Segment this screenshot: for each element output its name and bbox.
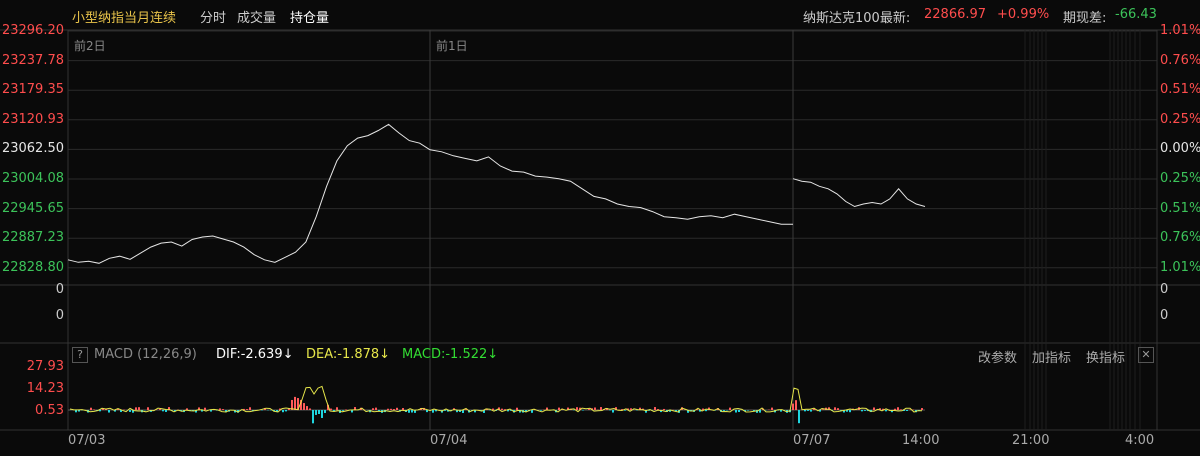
macd-dea-line: [69, 385, 922, 413]
time-label-0703: 07/03: [68, 433, 106, 448]
macd-value: MACD:-1.522↓: [402, 347, 499, 362]
price-axis-left-5: 23004.08: [1, 171, 64, 186]
price-axis-left-0: 23296.20: [1, 23, 64, 38]
chart-grid: [0, 29, 1200, 431]
volume-axis-top-left: 0: [55, 282, 64, 297]
price-segment-0: [67, 123, 431, 264]
time-label-0704: 07/04: [430, 433, 468, 448]
volume-axis-bottom-left: 0: [55, 308, 64, 323]
price-segment-1: [429, 149, 793, 225]
price-axis-left-7: 22887.23: [1, 230, 64, 246]
price-segment-2: [792, 178, 926, 208]
price-axis-right-4: 0.00%: [1160, 141, 1200, 157]
help-button[interactable]: ?: [72, 347, 88, 363]
price-line: [67, 123, 926, 264]
chart-canvas[interactable]: [0, 0, 1200, 456]
time-label-0400: 4:00: [1125, 433, 1155, 448]
macd-dea: DEA:-1.878↓: [306, 347, 391, 362]
price-axis-right-3: 0.25%: [1160, 111, 1200, 127]
price-axis-right-2: 0.51%: [1160, 82, 1200, 98]
time-label-0707: 07/07: [793, 433, 831, 448]
change-indicator-button[interactable]: 换指标: [1086, 347, 1125, 366]
price-axis-right-6: 0.51%: [1160, 200, 1200, 216]
edit-params-button[interactable]: 改参数: [978, 347, 1017, 366]
price-axis-right-8: 1.01%: [1160, 259, 1200, 275]
price-axis-left-6: 22945.65: [1, 200, 64, 216]
price-axis-left-8: 22828.80: [1, 259, 64, 275]
price-axis-right-5: 0.25%: [1160, 171, 1200, 186]
macd-name: MACD (12,26,9): [94, 347, 197, 362]
volume-axis-top-right: 0: [1160, 282, 1169, 297]
close-icon[interactable]: ✕: [1138, 347, 1154, 363]
price-axis-right-7: 0.76%: [1160, 230, 1200, 246]
day-label-prev1: 前1日: [436, 39, 468, 53]
time-label-2100: 21:00: [1012, 433, 1050, 448]
macd-axis-mid: 14.23: [26, 381, 64, 396]
day-label-prev2: 前2日: [74, 39, 106, 53]
volume-axis-bottom-right: 0: [1160, 308, 1169, 323]
price-axis-right-0: 1.01%: [1160, 23, 1200, 38]
price-axis-left-1: 23237.78: [1, 52, 64, 68]
time-label-1400: 14:00: [902, 433, 940, 448]
macd-axis-top: 27.93: [26, 359, 64, 374]
price-axis-left-2: 23179.35: [1, 82, 64, 98]
add-indicator-button[interactable]: 加指标: [1032, 347, 1071, 366]
macd-lines: [69, 385, 923, 424]
macd-dif: DIF:-2.639↓: [216, 347, 294, 362]
price-axis-right-1: 0.76%: [1160, 52, 1200, 68]
price-axis-left-3: 23120.93: [1, 111, 64, 127]
macd-axis-zero: 0.53: [35, 403, 64, 418]
price-axis-left-4: 23062.50: [1, 141, 64, 157]
